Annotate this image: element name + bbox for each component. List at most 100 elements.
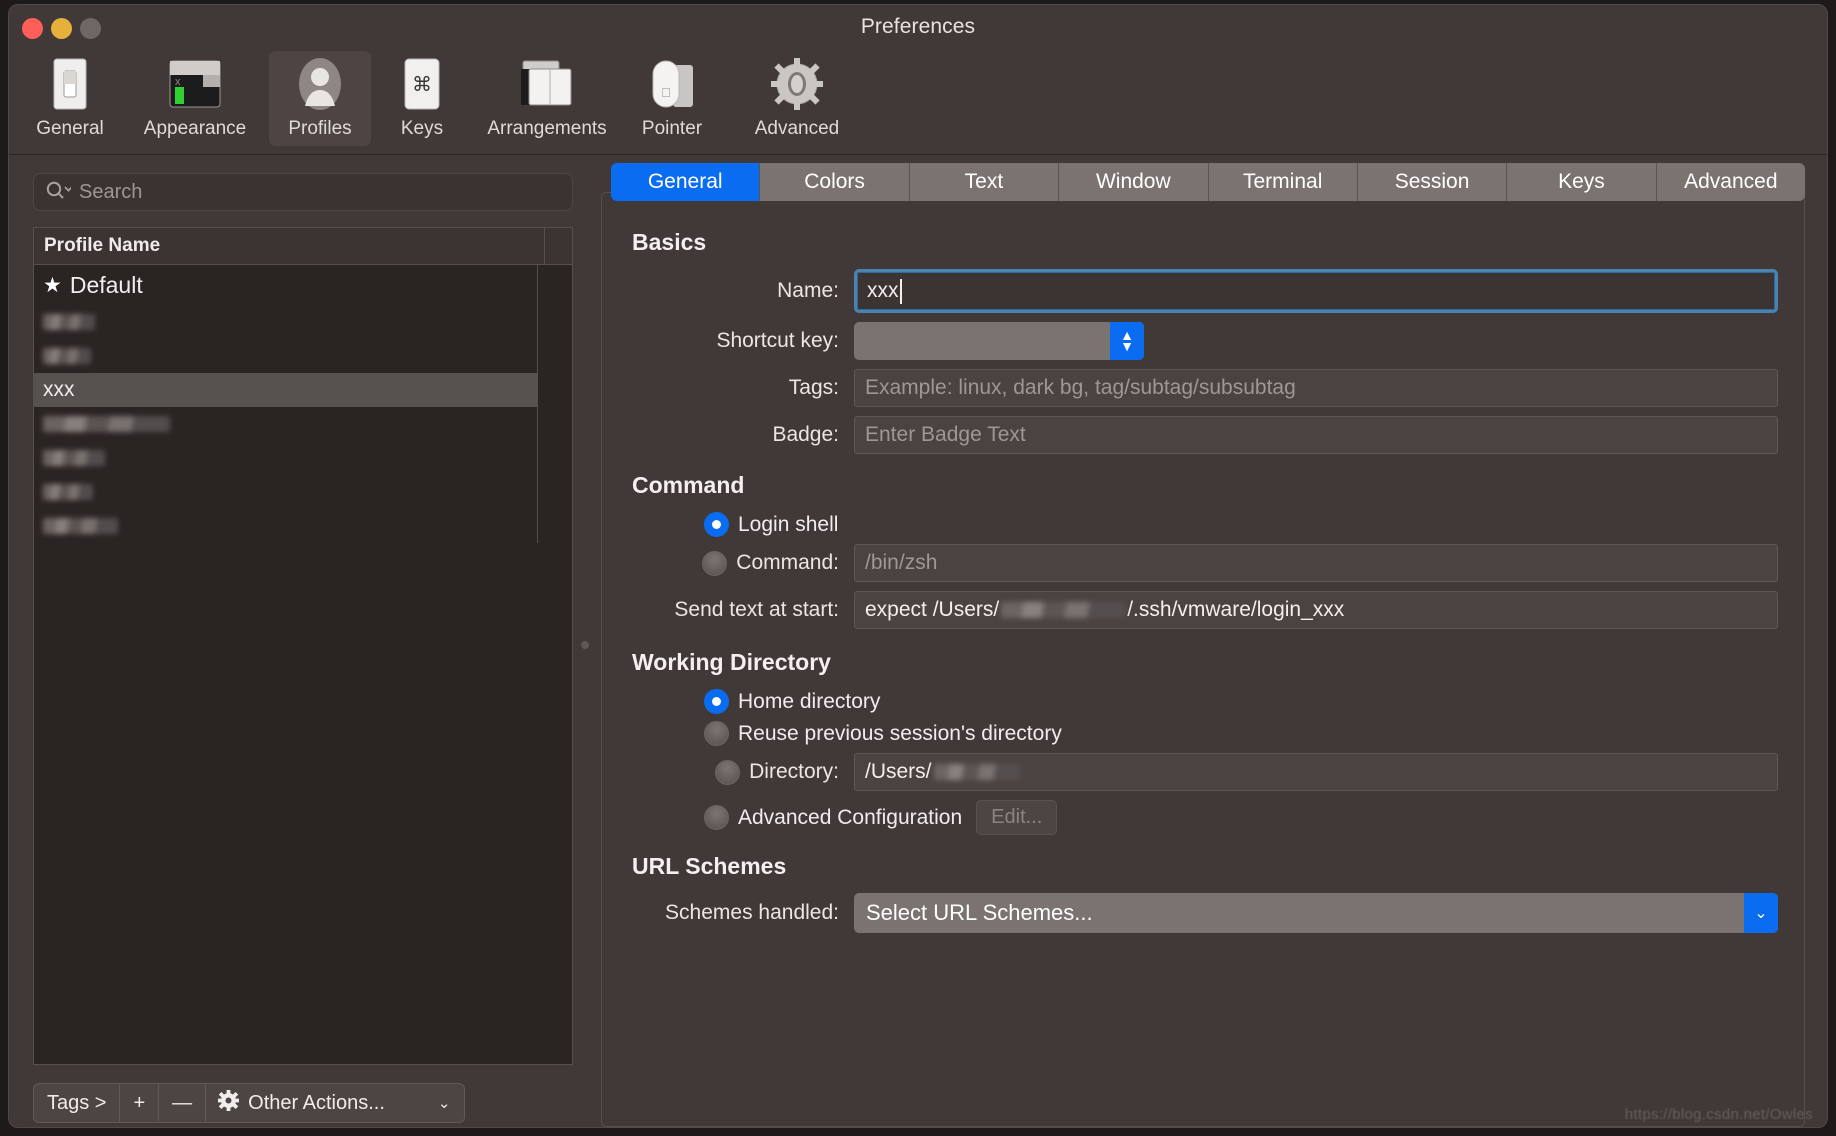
toolbar-label-advanced: Advanced — [754, 118, 840, 139]
table-row[interactable]: xxx — [34, 373, 538, 407]
login-shell-radio[interactable] — [704, 512, 729, 537]
redacted-username — [1001, 602, 1126, 618]
window-title: Preferences — [860, 15, 976, 38]
tags-button[interactable]: Tags > — [34, 1084, 121, 1122]
directory-row: Directory: /Users/ — [632, 753, 1778, 791]
redacted-profile-name — [43, 450, 105, 466]
tab-text[interactable]: Text — [909, 163, 1060, 201]
shortcut-key-select[interactable]: ▲ ▼ — [854, 322, 1144, 360]
name-input[interactable]: xxx — [854, 269, 1778, 313]
tab-keys[interactable]: Keys — [1507, 163, 1657, 201]
send-text-label: Send text at start: — [674, 598, 839, 621]
reuse-directory-radio[interactable] — [704, 721, 729, 746]
profiles-person-icon — [296, 55, 344, 113]
home-directory-row[interactable]: Home directory — [704, 689, 1778, 714]
table-row[interactable] — [34, 407, 538, 441]
redacted-profile-name — [43, 484, 93, 500]
toolbar-label-keys: Keys — [400, 118, 444, 139]
chevron-down-icon: ⌄ — [1744, 893, 1778, 933]
table-row[interactable] — [34, 339, 538, 373]
appearance-window-icon: x — [167, 55, 223, 113]
toolbar-item-advanced[interactable]: Advanced — [723, 51, 871, 146]
working-directory-section-title: Working Directory — [632, 649, 831, 675]
home-directory-radio[interactable] — [704, 689, 729, 714]
toolbar-item-pointer[interactable]:  Pointer — [621, 51, 723, 146]
column-divider — [544, 228, 545, 264]
tab-session[interactable]: Session — [1357, 163, 1508, 201]
tags-input[interactable]: Example: linux, dark bg, tag/subtag/subs… — [854, 369, 1778, 407]
login-shell-row[interactable]: Login shell — [704, 512, 1778, 537]
schemes-handled-select[interactable]: Select URL Schemes... ⌄ — [854, 893, 1778, 933]
star-icon: ★ — [43, 273, 62, 297]
toolbar-label-pointer: Pointer — [641, 118, 703, 139]
command-radio[interactable] — [702, 550, 728, 576]
basics-section-title: Basics — [632, 229, 707, 255]
tab-advanced[interactable]: Advanced — [1656, 163, 1805, 201]
login-shell-label: Login shell — [738, 512, 839, 536]
home-directory-label: Home directory — [738, 689, 881, 713]
tags-label: Tags: — [788, 376, 839, 399]
tab-window[interactable]: Window — [1059, 163, 1209, 201]
search-input[interactable]: Search — [33, 173, 573, 211]
reuse-directory-row[interactable]: Reuse previous session's directory — [704, 721, 1778, 746]
toolbar-label-appearance: Appearance — [143, 118, 247, 139]
redacted-profile-name — [43, 416, 170, 432]
add-profile-button[interactable]: + — [120, 1084, 160, 1122]
command-input[interactable]: /bin/zsh — [854, 544, 1778, 582]
chevron-down-icon: ⌄ — [437, 1095, 451, 1112]
advanced-gear-icon — [770, 55, 824, 113]
command-label: Command: — [736, 551, 839, 574]
badge-label: Badge: — [772, 423, 839, 446]
badge-input[interactable]: Enter Badge Text — [854, 416, 1778, 454]
keys-command-icon: ⌘ — [401, 55, 443, 113]
profile-row-label: xxx — [43, 378, 75, 401]
send-text-row: Send text at start: expect /Users/ /.ssh/… — [632, 591, 1778, 629]
shortcut-key-label: Shortcut key: — [716, 329, 839, 352]
table-row[interactable]: ★ Default — [34, 265, 538, 305]
profile-row-label: Default — [69, 271, 143, 298]
toolbar-item-keys[interactable]: ⌘ Keys — [371, 51, 473, 146]
redacted-profile-name — [43, 348, 91, 364]
stepper-updown-icon[interactable]: ▲ ▼ — [1110, 322, 1144, 360]
title-bar: Preferences — [9, 5, 1827, 51]
directory-input[interactable]: /Users/ — [854, 753, 1778, 791]
tab-terminal[interactable]: Terminal — [1208, 163, 1358, 201]
svg-text:⌘: ⌘ — [412, 74, 432, 96]
profile-rows: ★ Default xxx — [34, 265, 572, 1064]
tab-colors[interactable]: Colors — [760, 163, 910, 201]
remove-profile-button[interactable]: — — [159, 1084, 207, 1122]
directory-label: Directory: — [749, 760, 839, 783]
tab-general[interactable]: General — [611, 163, 761, 201]
settings-tab-bar: General Colors Text Window Terminal Sess… — [611, 163, 1805, 201]
toolbar-item-appearance[interactable]: x Appearance — [121, 51, 269, 146]
other-actions-button[interactable]: Other Actions... ⌄ — [206, 1084, 465, 1122]
table-row[interactable] — [34, 475, 538, 509]
toolbar-item-profiles[interactable]: Profiles — [269, 51, 371, 146]
pointer-mouse-icon:  — [647, 55, 697, 113]
advanced-configuration-row[interactable]: Advanced Configuration Edit... — [704, 800, 1778, 835]
table-row[interactable] — [34, 509, 538, 543]
toolbar-item-arrangements[interactable]: Arrangements — [473, 51, 621, 146]
profile-settings-pane: General Colors Text Window Terminal Sess… — [587, 155, 1827, 1127]
reuse-directory-label: Reuse previous session's directory — [738, 721, 1062, 745]
profiles-sidebar: Search Profile Name ★ Default xxx Tags >… — [9, 155, 587, 1127]
send-text-suffix: /.ssh/vmware/login_xxx — [1127, 598, 1345, 621]
directory-radio[interactable] — [715, 759, 741, 785]
badge-row: Badge: Enter Badge Text — [632, 416, 1778, 454]
table-row[interactable] — [34, 441, 538, 475]
advanced-configuration-radio[interactable] — [704, 805, 729, 830]
edit-button[interactable]: Edit... — [976, 800, 1058, 835]
toolbar-label-profiles: Profiles — [288, 118, 352, 139]
schemes-handled-label: Schemes handled: — [665, 901, 839, 924]
profile-name-column-header: Profile Name — [44, 235, 161, 256]
search-placeholder: Search — [79, 180, 143, 203]
send-text-input[interactable]: expect /Users/ /.ssh/vmware/login_xxx — [854, 591, 1778, 629]
profile-actions-group: Tags > + — Other Actions... ⌄ — [33, 1083, 466, 1123]
schemes-handled-row: Schemes handled: Select URL Schemes... ⌄ — [632, 893, 1778, 933]
shortcut-key-row: Shortcut key: ▲ ▼ — [632, 322, 1778, 360]
preferences-body: Search Profile Name ★ Default xxx Tags >… — [9, 155, 1827, 1127]
table-row[interactable] — [34, 305, 538, 339]
svg-text::  — [661, 85, 671, 100]
toolbar-item-general[interactable]: General — [19, 51, 121, 146]
toolbar-label-arrangements: Arrangements — [487, 118, 607, 139]
